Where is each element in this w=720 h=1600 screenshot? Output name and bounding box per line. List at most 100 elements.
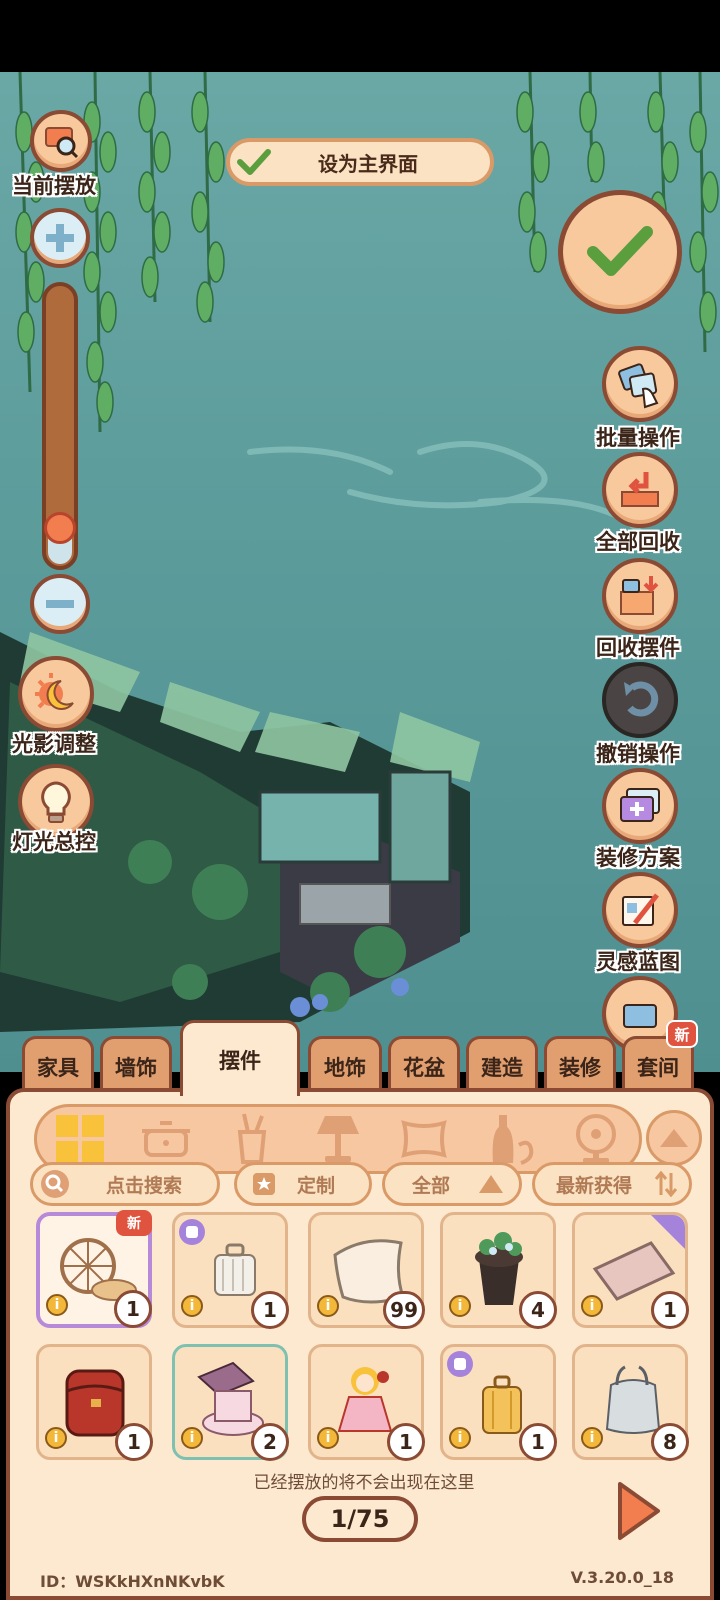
info-icon[interactable]: i (46, 1294, 68, 1316)
check-icon (587, 226, 653, 276)
lamp-control-label: 灯光总控 (12, 830, 96, 854)
item-red-backpack[interactable]: i 1 (36, 1344, 153, 1461)
lighting-adjust-button[interactable] (18, 656, 94, 732)
hand-cards-icon (618, 363, 659, 409)
info-icon[interactable]: i (581, 1427, 603, 1449)
info-icon[interactable]: i (317, 1295, 339, 1317)
item-count: 1 (387, 1423, 425, 1461)
set-as-main-button[interactable]: 设为主界面 (226, 138, 494, 186)
all-filter-dropdown[interactable]: 全部 (382, 1162, 522, 1206)
item-count: 1 (251, 1291, 289, 1329)
check-icon (232, 142, 276, 182)
sort-arrows-icon (654, 1171, 678, 1197)
item-count: 1 (115, 1423, 153, 1461)
plus-icon (46, 224, 74, 252)
recycle-all-button[interactable] (602, 452, 678, 528)
triangle-up-icon (660, 1129, 688, 1147)
cup-brushes-icon (237, 1113, 267, 1164)
tab-flower-pots[interactable]: 花盆 (388, 1036, 460, 1094)
magnifier-card-icon (45, 127, 79, 159)
lamp-icon (317, 1116, 359, 1162)
recycle-items-label: 回收摆件 (596, 636, 680, 660)
decoration-plans-button[interactable] (602, 768, 678, 844)
item-spinning-wheel[interactable]: 新 i 1 (36, 1210, 152, 1328)
info-icon[interactable]: i (317, 1427, 339, 1449)
grid-all-icon (56, 1115, 104, 1163)
info-icon[interactable]: i (45, 1427, 67, 1449)
item-count: 99 (383, 1291, 425, 1329)
category-tabs: 家具 墙饰 摆件 地饰 花盆 建造 装修 套间 新 (0, 1020, 720, 1096)
item-doll[interactable]: i 1 (308, 1344, 425, 1461)
zoom-in-button[interactable] (30, 208, 90, 268)
info-icon[interactable]: i (449, 1295, 471, 1317)
suites-new-badge: 新 (666, 1020, 698, 1048)
recycle-items-button[interactable] (602, 558, 678, 634)
current-placement-button[interactable] (30, 110, 92, 172)
lighting-label: 光影调整 (12, 732, 96, 756)
item-count: 1 (519, 1423, 557, 1461)
current-placement-label: 当前摆放 (12, 174, 96, 198)
all-filter-label: 全部 (411, 1174, 450, 1197)
tab-ornaments[interactable]: 摆件 (180, 1020, 300, 1096)
batch-operation-label: 批量操作 (596, 426, 680, 450)
tab-build[interactable]: 建造 (466, 1036, 538, 1094)
info-icon[interactable]: i (181, 1295, 203, 1317)
item-count: 8 (651, 1423, 689, 1461)
triangle-up-icon (479, 1175, 503, 1193)
item-count: 4 (519, 1291, 557, 1329)
tab-furniture[interactable]: 家具 (22, 1036, 94, 1094)
search-placeholder: 点击搜索 (105, 1174, 182, 1197)
collapse-panel-button[interactable] (646, 1110, 702, 1166)
minus-icon (46, 600, 74, 608)
page-indicator: 1/75 (302, 1496, 418, 1542)
status-bar (0, 0, 720, 72)
inspiration-blueprint-button[interactable] (602, 872, 678, 948)
item-plastic-bag[interactable]: i 8 (572, 1344, 689, 1461)
set-as-main-label: 设为主界面 (318, 151, 418, 176)
undo-label: 撤销操作 (596, 742, 680, 766)
info-icon[interactable]: i (449, 1427, 471, 1449)
zoom-out-button[interactable] (30, 574, 90, 634)
recycle-all-label: 全部回收 (596, 530, 680, 554)
sort-dropdown[interactable]: 最新获得 (532, 1162, 692, 1206)
tab-floor-decor[interactable]: 地饰 (308, 1036, 382, 1094)
item-suitcase-white[interactable]: i 1 (172, 1212, 289, 1329)
item-count: 1 (651, 1291, 689, 1329)
custom-filter-button[interactable]: 定制 (234, 1162, 372, 1206)
tab-renovation[interactable]: 装修 (544, 1036, 616, 1094)
undo-button[interactable] (602, 662, 678, 738)
undo-arrow-icon (624, 681, 659, 717)
new-badge: 新 (116, 1210, 152, 1236)
player-id: ID：WSKkHXnNKvbK (40, 1572, 225, 1591)
sun-moon-icon (35, 673, 74, 710)
info-icon[interactable]: i (581, 1295, 603, 1317)
item-count: 1 (114, 1290, 152, 1328)
play-arrow-icon (618, 1482, 660, 1540)
search-field[interactable]: 点击搜索 (30, 1162, 220, 1206)
confirm-button[interactable] (558, 190, 682, 314)
recycle-tray-icon (621, 472, 659, 507)
inventory-panel: 点击搜索 定制 全部 最新获得 新 i 1 i 1 i 99 i 4 i 1 i… (6, 1088, 714, 1600)
zoom-slider-handle[interactable] (44, 512, 76, 544)
bottle-icon (492, 1115, 534, 1165)
item-makeup-box[interactable]: i 2 (172, 1344, 289, 1461)
item-cushion-cream[interactable]: i 99 (308, 1212, 425, 1329)
item-pillow-pink[interactable]: i 1 (572, 1212, 689, 1329)
fan-icon (576, 1114, 616, 1163)
item-plant-stand[interactable]: i 4 (440, 1212, 557, 1329)
custom-filter-label: 定制 (296, 1174, 335, 1197)
add-plan-icon (620, 788, 660, 822)
box-recycle-icon (620, 576, 659, 615)
blueprint-pencil-icon (622, 893, 659, 926)
item-suitcase-yellow[interactable]: i 1 (440, 1344, 557, 1461)
decoration-plans-label: 装修方案 (596, 846, 680, 870)
batch-operation-button[interactable] (602, 346, 678, 422)
star-badge-icon (253, 1173, 275, 1195)
search-icon (41, 1170, 69, 1198)
pillow-icon (401, 1120, 447, 1158)
pot-icon (142, 1121, 190, 1157)
tab-wall-decor[interactable]: 墙饰 (100, 1036, 172, 1094)
next-page-button[interactable] (612, 1478, 664, 1548)
info-icon[interactable]: i (181, 1427, 203, 1449)
item-count: 2 (251, 1423, 289, 1461)
